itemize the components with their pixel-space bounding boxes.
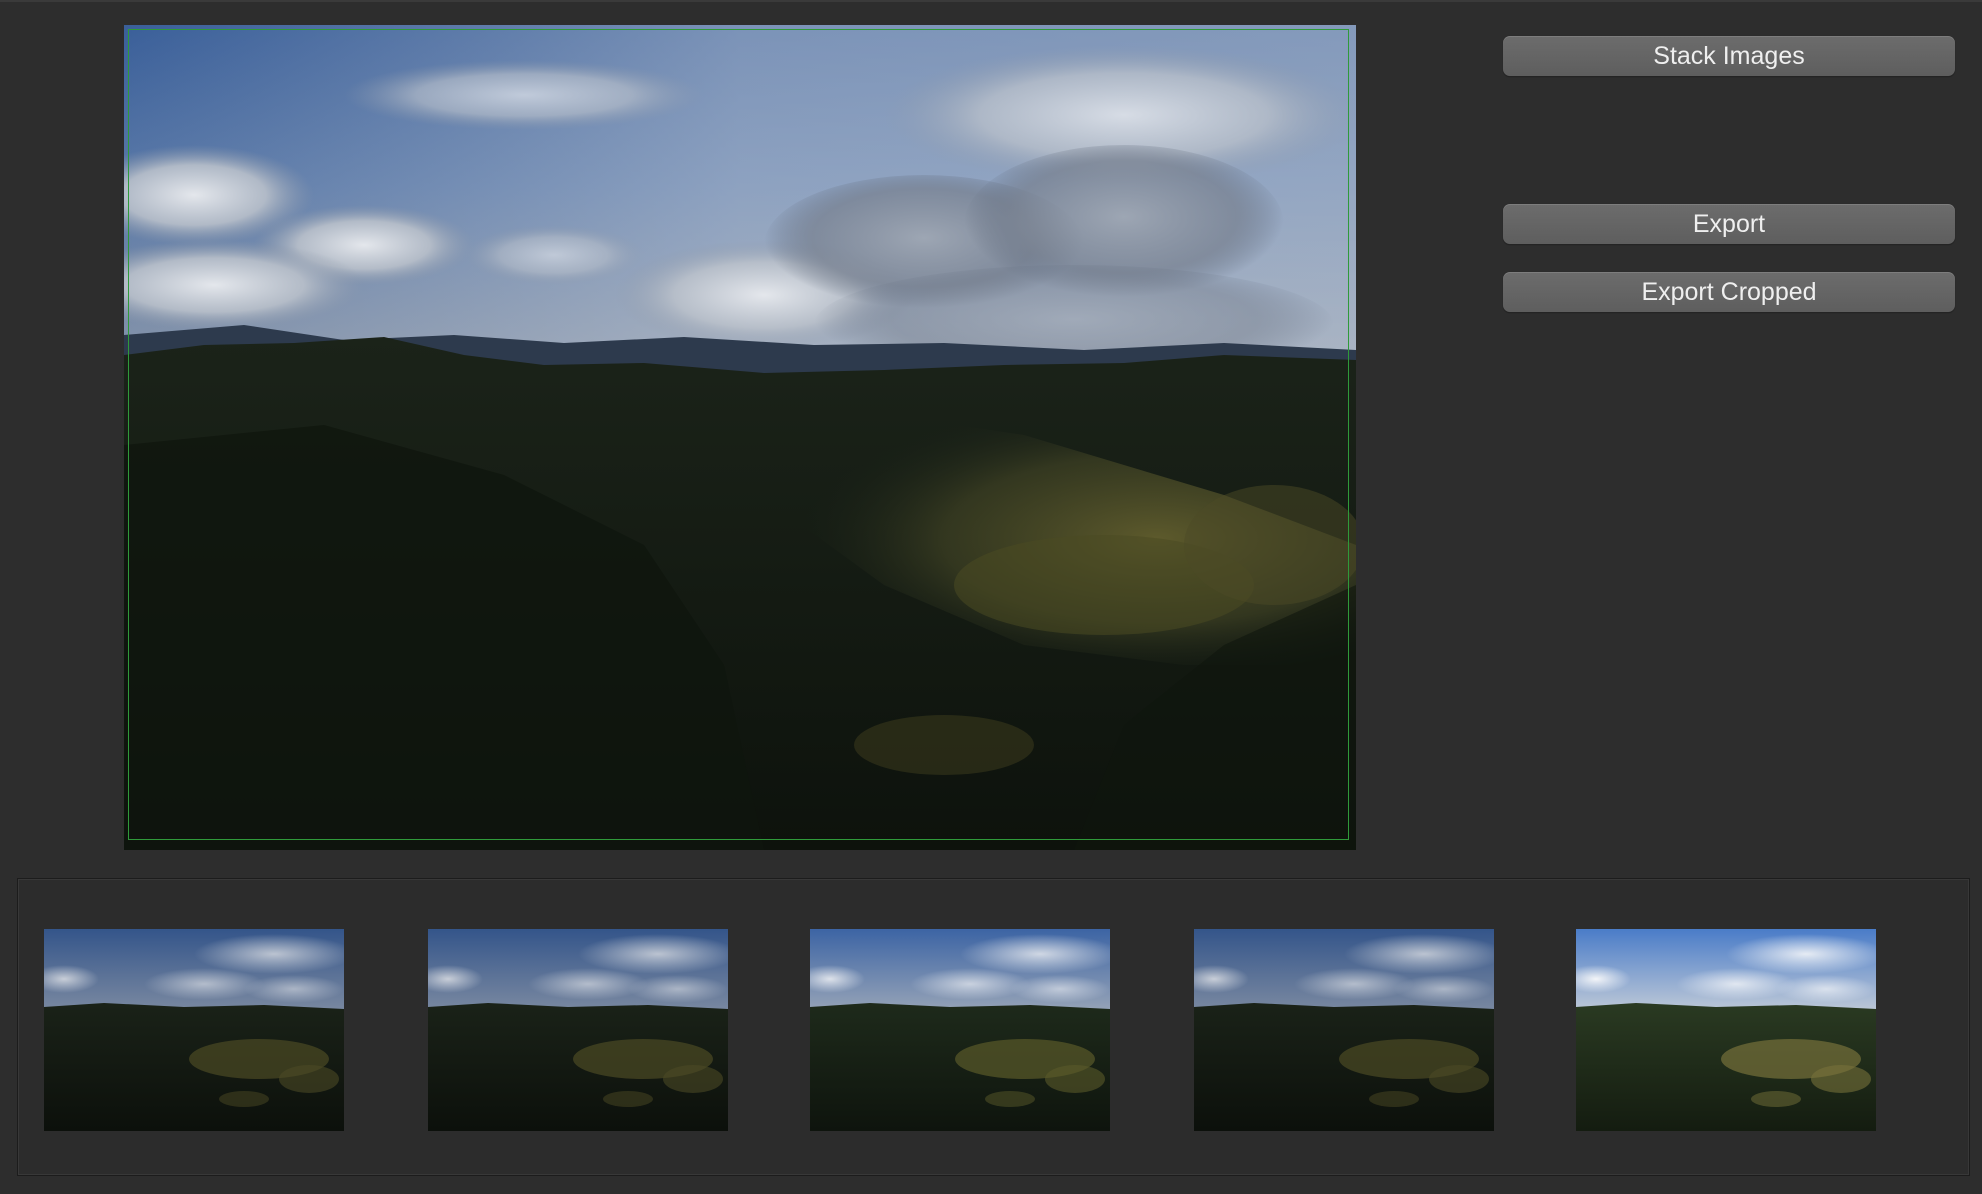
main-preview[interactable]: [124, 25, 1356, 850]
stack-images-button[interactable]: Stack Images: [1503, 36, 1955, 76]
thumbnail-3[interactable]: [810, 929, 1110, 1131]
crop-rectangle[interactable]: [128, 29, 1349, 840]
app-window: Stack Images Export Export Cropped: [0, 0, 1982, 1194]
thumbnail-1[interactable]: [44, 929, 344, 1131]
thumbnail-image: [1194, 929, 1494, 1131]
thumbnail-image: [810, 929, 1110, 1131]
thumbnail-image: [1576, 929, 1876, 1131]
thumbnail-image: [44, 929, 344, 1131]
thumbnail-4[interactable]: [1194, 929, 1494, 1131]
thumbnail-image: [428, 929, 728, 1131]
export-cropped-button[interactable]: Export Cropped: [1503, 272, 1955, 312]
thumbnail-2[interactable]: [428, 929, 728, 1131]
thumbnail-strip: [17, 878, 1970, 1176]
thumbnail-5[interactable]: [1576, 929, 1876, 1131]
export-button[interactable]: Export: [1503, 204, 1955, 244]
